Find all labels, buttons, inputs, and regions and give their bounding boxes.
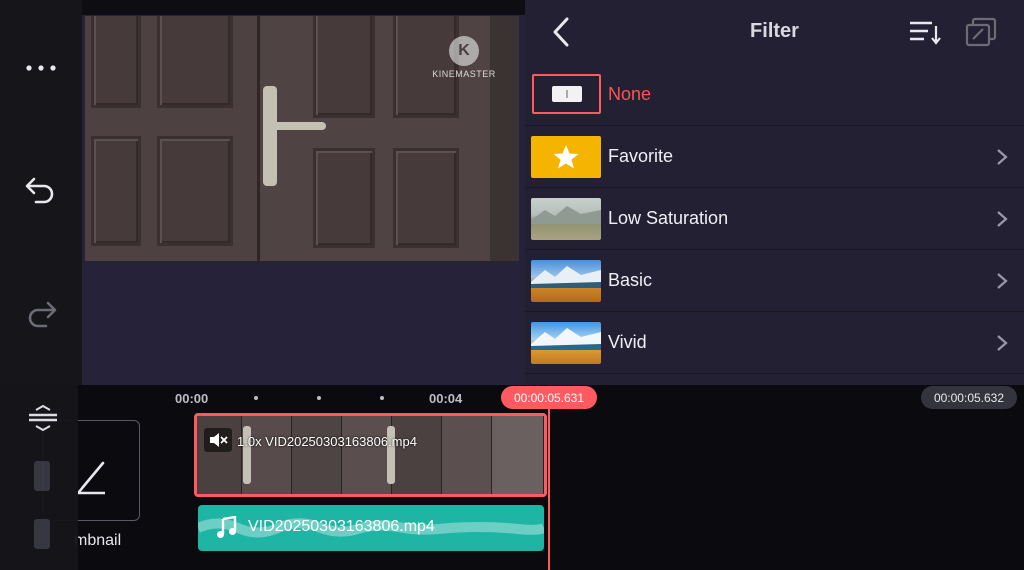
door-panel bbox=[91, 136, 141, 246]
chevron-right-icon bbox=[997, 272, 1008, 289]
clip-frame bbox=[292, 416, 342, 494]
ruler-tick bbox=[317, 396, 321, 400]
door-panel bbox=[393, 148, 459, 248]
door-panel bbox=[313, 16, 375, 118]
vivid-thumbnail bbox=[531, 322, 601, 364]
watermark-text: KINEMASTER bbox=[432, 69, 496, 79]
undo-button[interactable] bbox=[16, 168, 66, 212]
preview-top-bar bbox=[82, 0, 525, 15]
timeline-tools bbox=[0, 385, 78, 570]
none-thumbnail bbox=[532, 74, 601, 114]
timeline-height-icon[interactable] bbox=[28, 405, 58, 437]
filter-title: Filter bbox=[750, 20, 799, 42]
chevron-right-icon bbox=[997, 210, 1008, 227]
thumbnail-label: mbnail bbox=[74, 532, 122, 549]
redo-icon bbox=[28, 301, 57, 328]
clip-frame bbox=[342, 416, 392, 494]
door-panel bbox=[157, 136, 233, 246]
landscape-image-icon bbox=[531, 328, 601, 350]
filter-label-vivid: Vivid bbox=[608, 332, 647, 352]
low-saturation-thumbnail bbox=[531, 198, 601, 240]
landscape-image-icon bbox=[531, 206, 601, 224]
clip-frame bbox=[392, 416, 442, 494]
door-handle bbox=[270, 122, 326, 130]
clip-frame bbox=[442, 416, 492, 494]
sort-button[interactable] bbox=[905, 14, 945, 50]
clip-frame bbox=[492, 416, 544, 494]
chevron-right-icon bbox=[997, 148, 1008, 165]
ruler-tick bbox=[380, 396, 384, 400]
mute-icon bbox=[204, 428, 232, 452]
video-clip-label: 1.0x VID20250303163806.mp4 bbox=[237, 434, 417, 449]
clip-end-handle-icon[interactable] bbox=[34, 519, 50, 549]
audio-clip[interactable]: VID20250303163806.mp4 bbox=[198, 505, 544, 551]
ruler-time-label: 00:00 bbox=[175, 391, 209, 406]
door-panel bbox=[313, 148, 375, 248]
filter-header: Filter bbox=[525, 0, 1024, 64]
end-time-badge: 00:00:05.632 bbox=[921, 386, 1017, 409]
ruler-time-label: 00:04 bbox=[429, 391, 463, 406]
star-icon bbox=[553, 145, 579, 169]
filter-item-vivid[interactable]: Vivid bbox=[525, 312, 1024, 374]
door-panel bbox=[91, 16, 141, 108]
music-note-icon bbox=[217, 516, 237, 538]
filter-label-basic: Basic bbox=[608, 270, 653, 290]
filter-panel: Filter None Favorite Low Saturation Basi… bbox=[525, 0, 1024, 385]
filter-item-basic[interactable]: Basic bbox=[525, 250, 1024, 312]
playhead-line[interactable] bbox=[548, 405, 550, 570]
apply-all-button[interactable] bbox=[961, 14, 1001, 50]
favorite-thumbnail bbox=[531, 136, 601, 178]
kinemaster-logo-icon: K bbox=[449, 36, 479, 66]
undo-icon bbox=[25, 177, 54, 204]
none-icon-bar bbox=[566, 90, 568, 98]
video-clip[interactable]: 1.0x VID20250303163806.mp4 bbox=[194, 413, 547, 497]
filter-label-low-saturation: Low Saturation bbox=[608, 208, 729, 228]
kinemaster-watermark: K KINEMASTER bbox=[429, 36, 499, 79]
ruler-tick bbox=[254, 396, 258, 400]
sort-icon bbox=[910, 21, 941, 45]
more-options-button[interactable] bbox=[16, 46, 66, 90]
left-toolbar bbox=[0, 0, 82, 385]
clip-start-handle-icon[interactable] bbox=[34, 461, 50, 491]
filter-label-none: None bbox=[608, 84, 652, 104]
redo-button[interactable] bbox=[16, 292, 66, 336]
filter-label-favorite: Favorite bbox=[608, 146, 674, 166]
door-gap bbox=[257, 16, 260, 261]
filter-item-none[interactable]: None bbox=[525, 64, 1024, 126]
apply-all-icon bbox=[965, 17, 997, 47]
basic-thumbnail bbox=[531, 260, 601, 302]
more-icon bbox=[26, 65, 56, 71]
door-panel bbox=[157, 16, 233, 108]
chevron-right-icon bbox=[997, 334, 1008, 351]
playhead-time-badge: 00:00:05.631 bbox=[501, 386, 597, 409]
filter-item-low-saturation[interactable]: Low Saturation bbox=[525, 188, 1024, 250]
door-lock-plate bbox=[263, 86, 277, 186]
filter-item-favorite[interactable]: Favorite bbox=[525, 126, 1024, 188]
audio-clip-label: VID20250303163806.mp4 bbox=[248, 518, 435, 535]
video-preview[interactable]: K KINEMASTER bbox=[85, 16, 519, 261]
landscape-image-icon bbox=[531, 266, 601, 288]
